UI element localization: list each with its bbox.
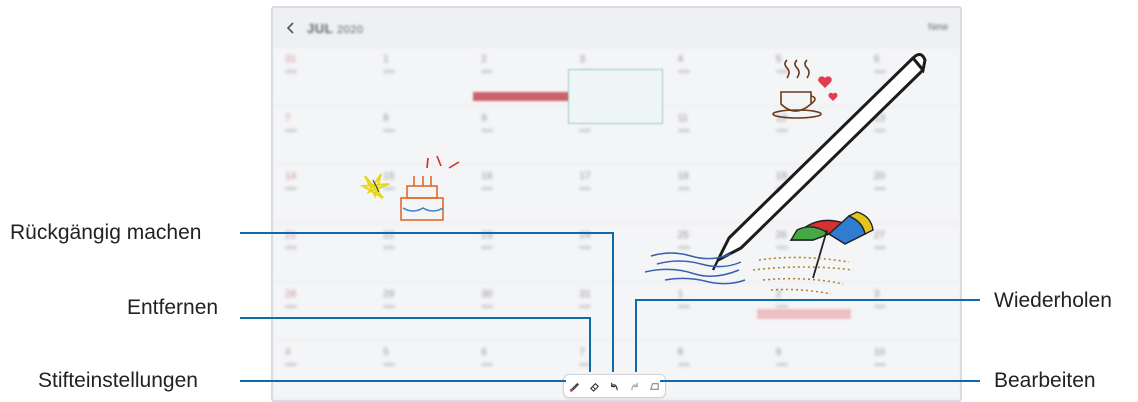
pen-settings-icon: [569, 382, 579, 392]
hearts-doodle: [818, 76, 838, 101]
eraser-button[interactable]: [587, 379, 601, 393]
cake-doodle: [400, 155, 460, 221]
pen-settings-button[interactable]: [567, 379, 581, 393]
undo-icon: [611, 382, 618, 390]
waves-doodle: [644, 252, 746, 285]
undo-button[interactable]: [607, 379, 621, 393]
tablet-screen: JUL2020 New 3112345678910111213141516171…: [271, 6, 962, 402]
eraser-icon: [589, 382, 599, 392]
redo-icon: [631, 382, 639, 390]
edit-icon: [650, 382, 660, 390]
redo-button[interactable]: [628, 379, 642, 393]
label-erase: Entfernen: [127, 296, 219, 319]
coffee-doodle: [772, 59, 822, 119]
edit-button[interactable]: [648, 379, 662, 393]
label-redo: Wiederholen: [994, 289, 1112, 312]
sand-doodle: [752, 256, 854, 295]
star-doodle: [359, 173, 390, 199]
label-pen-settings: Stifteinstellungen: [38, 369, 198, 392]
umbrella-doodle: [789, 211, 874, 279]
label-edit: Bearbeiten: [994, 369, 1096, 392]
pen-toolbar: [563, 374, 666, 398]
label-undo: Rückgängig machen: [10, 221, 202, 244]
handwriting-layer: [359, 53, 927, 295]
